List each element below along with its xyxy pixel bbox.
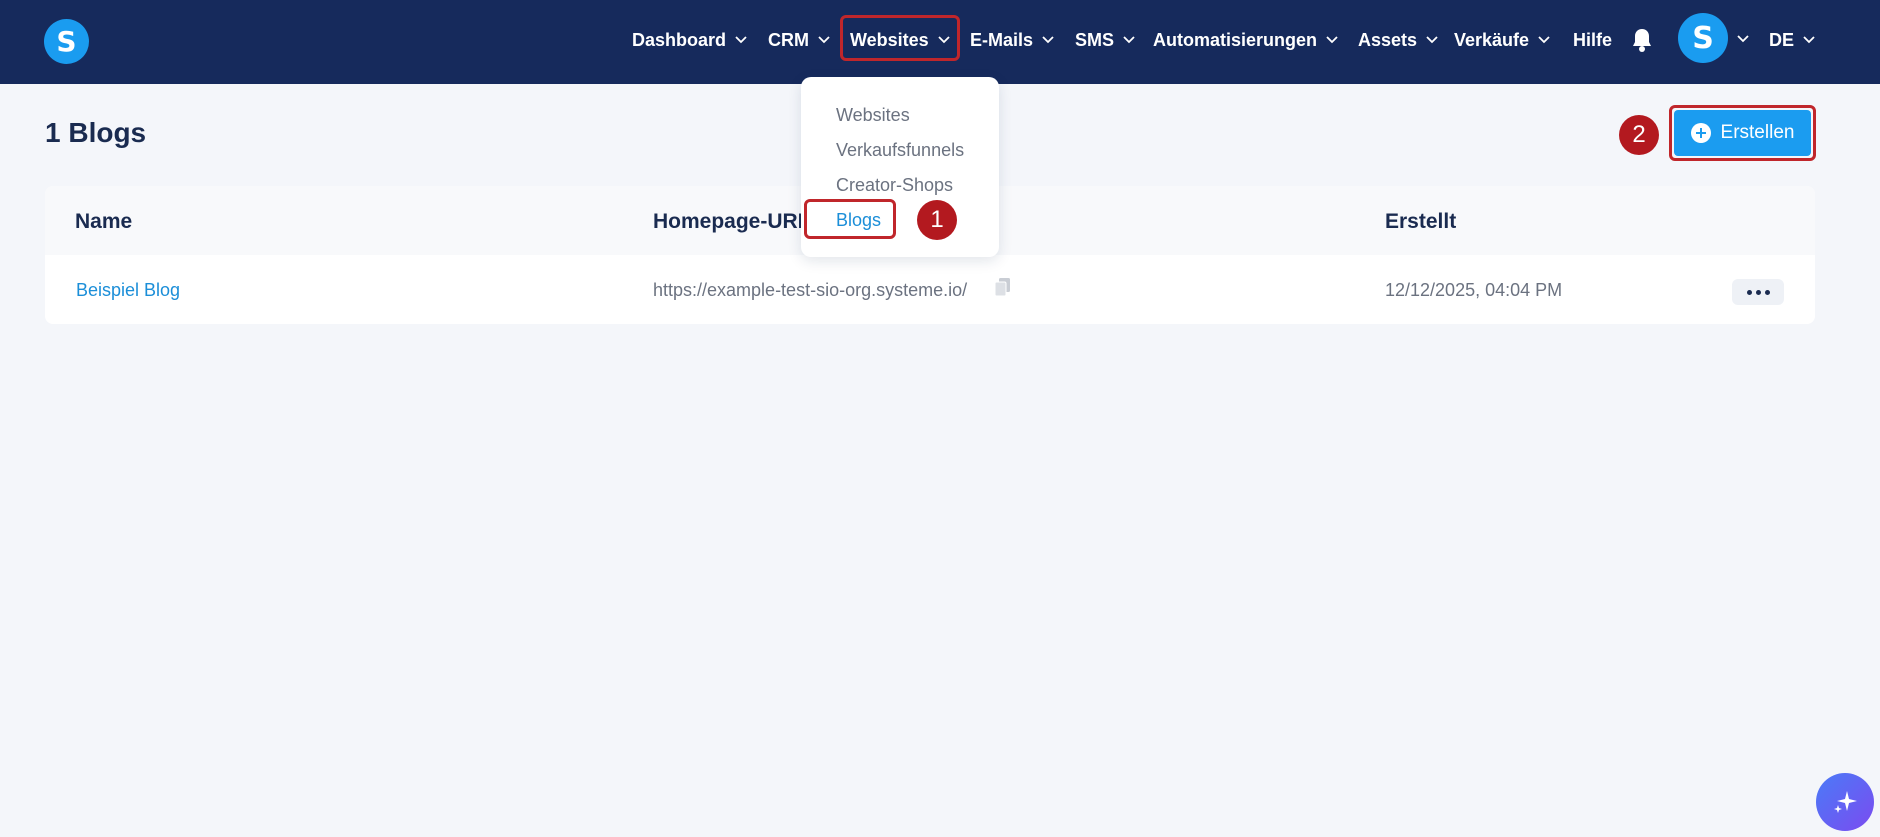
nav-dashboard[interactable]: Dashboard: [632, 26, 747, 54]
nav-automations-label: Automatisierungen: [1153, 29, 1318, 50]
blog-name-link[interactable]: Beispiel Blog: [76, 280, 180, 301]
chevron-down-icon[interactable]: [1737, 35, 1749, 43]
nav-help-label: Hilfe: [1573, 29, 1613, 50]
menu-item-websites[interactable]: Websites: [836, 105, 910, 126]
step-1-badge: 1: [917, 200, 957, 240]
nav-crm-label: CRM: [768, 29, 809, 50]
chevron-down-icon: [1123, 36, 1135, 44]
blog-created-date: 12/12/2025, 04:04 PM: [1385, 280, 1563, 300]
chevron-down-icon: [818, 36, 830, 44]
chevron-down-icon: [1042, 36, 1054, 44]
nav-dashboard-label: Dashboard: [632, 29, 727, 50]
systeme-logo[interactable]: S: [44, 19, 89, 64]
menu-item-creator-shops[interactable]: Creator-Shops: [836, 175, 953, 196]
nav-crm[interactable]: CRM: [768, 26, 830, 54]
chevron-down-icon: [735, 36, 747, 44]
user-avatar[interactable]: S: [1678, 13, 1728, 63]
nav-sms-label: SMS: [1075, 29, 1115, 50]
column-header-created: Erstellt: [1385, 210, 1457, 233]
nav-sales-label: Verkäufe: [1454, 29, 1530, 50]
nav-automations[interactable]: Automatisierungen: [1153, 26, 1338, 54]
copy-icon[interactable]: [994, 277, 1012, 297]
blogs-highlight-box: [804, 199, 896, 239]
nav-sms[interactable]: SMS: [1075, 26, 1135, 54]
nav-websites[interactable]: Websites: [850, 26, 950, 54]
column-header-name: Name: [75, 210, 133, 233]
chevron-down-icon: [1326, 36, 1338, 44]
language-selector[interactable]: DE: [1769, 26, 1815, 54]
more-dot-icon: [1764, 289, 1770, 295]
language-label: DE: [1769, 29, 1795, 50]
chevron-down-icon: [1538, 36, 1550, 44]
page-title: 1 Blogs: [45, 117, 147, 148]
sparkles-icon: [1834, 791, 1857, 813]
nav-assets-label: Assets: [1358, 29, 1418, 50]
chevron-down-icon: [938, 36, 950, 44]
menu-item-sales-funnels[interactable]: Verkaufsfunnels: [836, 140, 964, 161]
more-dot-icon: [1755, 289, 1761, 295]
chevron-down-icon: [1426, 36, 1438, 44]
nav-emails[interactable]: E-Mails: [970, 26, 1054, 54]
nav-emails-label: E-Mails: [970, 29, 1034, 50]
create-button-label: Erstellen: [1720, 122, 1795, 143]
nav-assets[interactable]: Assets: [1358, 26, 1438, 54]
column-header-homepage-url: Homepage-URL: [653, 210, 811, 233]
blog-homepage-url: https://example-test-sio-org.systeme.io/: [653, 280, 968, 300]
nav-help[interactable]: Hilfe: [1573, 26, 1612, 54]
nav-websites-label: Websites: [850, 29, 929, 50]
row-actions-button[interactable]: [1732, 279, 1784, 305]
plus-circle-icon: [1690, 123, 1711, 143]
more-dot-icon: [1746, 289, 1752, 295]
create-button[interactable]: Erstellen: [1674, 110, 1811, 156]
nav-sales[interactable]: Verkäufe: [1454, 26, 1550, 54]
top-navigation: S Dashboard CRM Websites E-Mails SMS Aut…: [0, 0, 1880, 84]
chevron-down-icon: [1803, 36, 1815, 44]
bell-icon[interactable]: [1630, 26, 1654, 54]
step-2-badge: 2: [1619, 115, 1659, 155]
ai-assistant-button[interactable]: [1816, 773, 1874, 831]
